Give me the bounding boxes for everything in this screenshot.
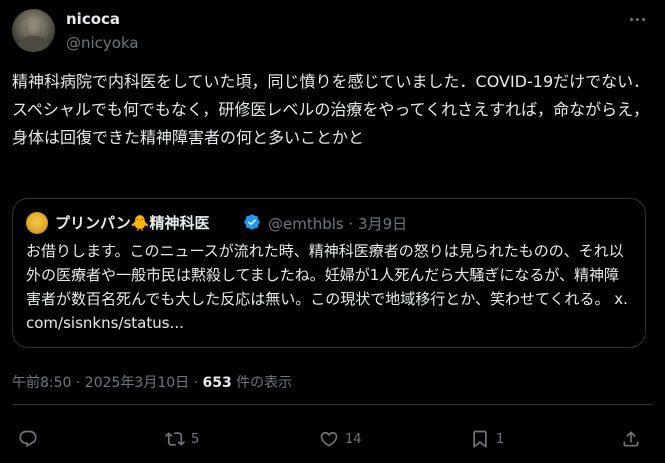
- retweet-count: 5: [191, 431, 200, 447]
- retweet-button[interactable]: 5: [165, 428, 199, 450]
- more-icon[interactable]: [626, 12, 648, 26]
- avatar-body: [18, 36, 49, 52]
- bookmark-icon: [473, 430, 487, 449]
- divider: [12, 404, 653, 405]
- quote-author-name[interactable]: プリンパン🐥精神科医: [55, 212, 209, 233]
- like-count: 14: [345, 431, 362, 447]
- view-label: 件の表示: [231, 375, 293, 391]
- quote-name-text: プリンパン: [55, 214, 131, 232]
- tweet-text: 精神科病院で内科医をしていた頃，同じ憤りを感じていました．COVID-19だけで…: [12, 72, 650, 147]
- share-icon: [623, 431, 639, 447]
- like-icon: [320, 431, 338, 447]
- quote-text: お借りします。このニュースが流れた時、精神科医療者の怒りは見られたものの、それ以…: [26, 239, 634, 335]
- quote-avatar[interactable]: [26, 212, 48, 234]
- quote-handle-date[interactable]: @emthbls · 3月9日: [268, 213, 407, 234]
- author-avatar[interactable]: [12, 9, 55, 52]
- share-button[interactable]: [621, 428, 641, 450]
- quoted-tweet[interactable]: プリンパン🐥精神科医 @emthbls · 3月9日 お借りします。このニュース…: [12, 198, 646, 348]
- tweet-meta: 午前8:50 · 2025年3月10日 · 653 件の表示: [12, 372, 292, 392]
- quote-body: お借りします。このニュースが流れた時、精神科医療者の怒りは見られたものの、それ以…: [26, 242, 624, 308]
- like-button[interactable]: 14: [319, 428, 362, 450]
- verified-icon: [244, 214, 260, 230]
- chick-emoji: 🐥: [130, 214, 150, 232]
- tweet-timestamp[interactable]: 午前8:50 · 2025年3月10日 ·: [12, 375, 203, 391]
- bookmark-count: 1: [496, 431, 505, 447]
- view-count: 653: [202, 375, 232, 391]
- bookmark-button[interactable]: 1: [470, 428, 504, 450]
- author-name[interactable]: nicoca: [66, 10, 120, 28]
- retweet-icon: [165, 432, 185, 446]
- reply-icon: [19, 430, 37, 448]
- quote-name-suffix: 精神科医: [149, 214, 210, 232]
- author-handle[interactable]: @nicyoka: [66, 34, 139, 52]
- reply-button[interactable]: [18, 428, 44, 450]
